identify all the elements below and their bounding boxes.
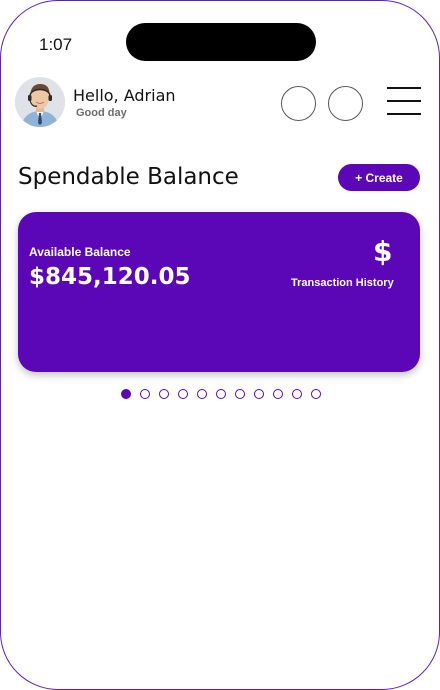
menu-line bbox=[387, 87, 421, 89]
menu-line bbox=[387, 100, 421, 102]
pagination-dot[interactable] bbox=[311, 389, 321, 399]
pagination-dot[interactable] bbox=[197, 389, 207, 399]
avatar-icon bbox=[15, 77, 65, 127]
avatar[interactable] bbox=[15, 77, 65, 127]
greeting-text: Hello, Adrian bbox=[73, 86, 176, 105]
create-button[interactable]: + Create bbox=[338, 164, 420, 191]
carousel-pagination bbox=[121, 389, 321, 399]
pagination-dot[interactable] bbox=[121, 389, 131, 399]
hamburger-menu-icon[interactable] bbox=[387, 87, 421, 115]
pagination-dot[interactable] bbox=[273, 389, 283, 399]
pagination-dot[interactable] bbox=[235, 389, 245, 399]
pagination-dot[interactable] bbox=[254, 389, 264, 399]
pagination-dot[interactable] bbox=[216, 389, 226, 399]
transaction-history-link[interactable]: Transaction History bbox=[291, 277, 394, 289]
circle-button-1[interactable] bbox=[281, 86, 316, 121]
menu-line bbox=[387, 113, 421, 115]
pagination-dot[interactable] bbox=[159, 389, 169, 399]
page-title: Spendable Balance bbox=[18, 164, 239, 190]
pagination-dot[interactable] bbox=[140, 389, 150, 399]
circle-button-2[interactable] bbox=[328, 86, 363, 121]
available-balance-label: Available Balance bbox=[29, 245, 131, 259]
status-time: 1:07 bbox=[39, 35, 73, 54]
phone-frame: 1:07 Hello, Adrian Good day Spendable Ba… bbox=[0, 0, 440, 690]
pagination-dot[interactable] bbox=[292, 389, 302, 399]
pagination-dot[interactable] bbox=[178, 389, 188, 399]
dollar-icon: $ bbox=[373, 235, 393, 268]
dynamic-island bbox=[126, 23, 316, 61]
balance-card[interactable]: Available Balance $845,120.05 $ Transact… bbox=[18, 212, 420, 372]
balance-amount: $845,120.05 bbox=[29, 264, 191, 290]
subgreeting-text: Good day bbox=[76, 107, 127, 119]
